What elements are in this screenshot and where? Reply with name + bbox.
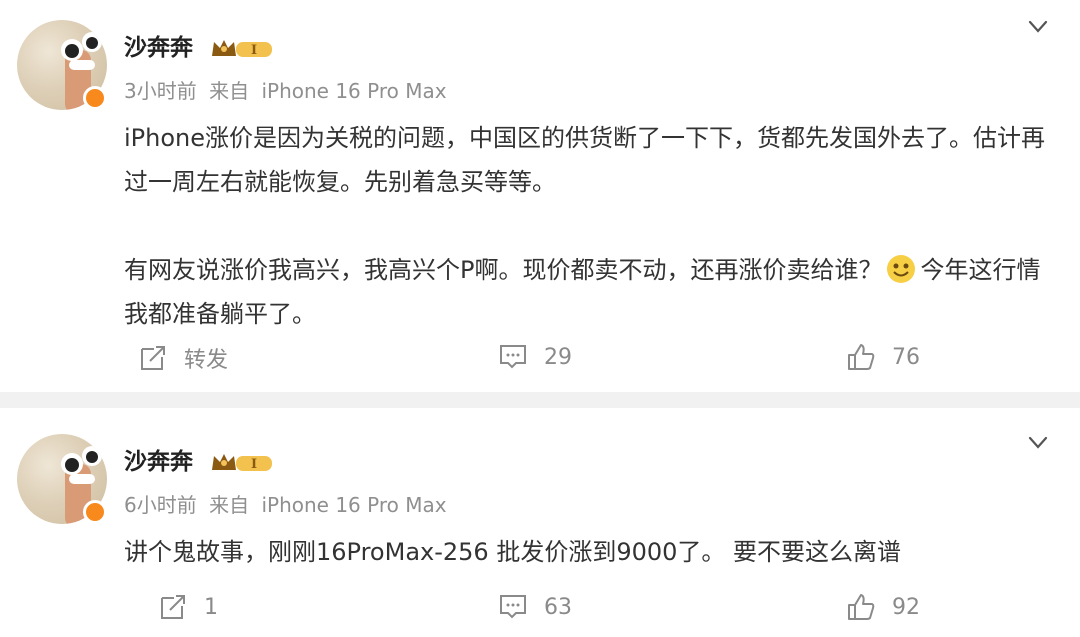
like-button[interactable]: 92 (846, 592, 920, 622)
post-source: iPhone 16 Pro Max (261, 79, 447, 103)
vip-crown-badge-icon[interactable]: I (208, 450, 274, 476)
post-time: 6小时前 (124, 493, 197, 517)
post-time: 3小时前 (124, 79, 197, 103)
post-meta: 3小时前 来自 iPhone 16 Pro Max (124, 78, 453, 104)
post-text-paragraph: 有网友说涨价我高兴，我高兴个P啊。现价都卖不动，还再涨价卖给谁？ 今年这行情我都准… (124, 255, 1041, 328)
like-button[interactable]: 76 (846, 342, 920, 372)
verified-badge-icon (83, 86, 107, 110)
repost-button[interactable]: 1 (158, 592, 218, 622)
smile-emoji-icon (887, 255, 916, 283)
post-source: iPhone 16 Pro Max (261, 493, 447, 517)
author-name[interactable]: 沙奔奔 (124, 448, 193, 476)
svg-text:I: I (251, 457, 257, 472)
post-separator (0, 392, 1080, 408)
source-prefix: 来自 (209, 493, 250, 517)
comment-icon (500, 595, 526, 619)
weibo-post: 沙奔奔 I 6小时前 来自 iPhone 16 Pro Max 讲个鬼故事，刚刚… (0, 408, 1080, 637)
thumbs-up-icon (848, 594, 875, 620)
post-content: iPhone涨价是因为关税的问题，中国区的供货断了一下下，货都先发国外去了。估计… (124, 116, 1056, 336)
thumbs-up-icon (848, 344, 875, 370)
post-text-paragraph: iPhone涨价是因为关税的问题，中国区的供货断了一下下，货都先发国外去了。估计… (124, 124, 1046, 196)
repost-icon (161, 595, 185, 619)
comment-icon (500, 345, 526, 369)
post-meta: 6小时前 来自 iPhone 16 Pro Max (124, 492, 453, 518)
verified-badge-icon (83, 500, 107, 524)
repost-button[interactable]: 转发 (138, 342, 228, 374)
repost-icon (141, 346, 165, 370)
author-name[interactable]: 沙奔奔 (124, 34, 193, 62)
chevron-down-icon[interactable] (1028, 436, 1048, 450)
svg-text:I: I (251, 43, 257, 58)
comment-button[interactable]: 63 (498, 592, 572, 622)
chevron-down-icon[interactable] (1028, 20, 1048, 34)
vip-crown-badge-icon[interactable]: I (208, 36, 274, 62)
post-content: 讲个鬼故事，刚刚16ProMax-256 批发价涨到9000了。 要不要这么离谱 (124, 530, 1056, 574)
avatar[interactable] (17, 434, 107, 524)
source-prefix: 来自 (209, 79, 250, 103)
weibo-post: 沙奔奔 I 3小时前 来自 iPhone 16 Pro Max iPhone涨价… (0, 0, 1080, 392)
comment-button[interactable]: 29 (498, 342, 572, 372)
avatar[interactable] (17, 20, 107, 110)
post-text-paragraph: 讲个鬼故事，刚刚16ProMax-256 批发价涨到9000了。 要不要这么离谱 (124, 538, 902, 566)
